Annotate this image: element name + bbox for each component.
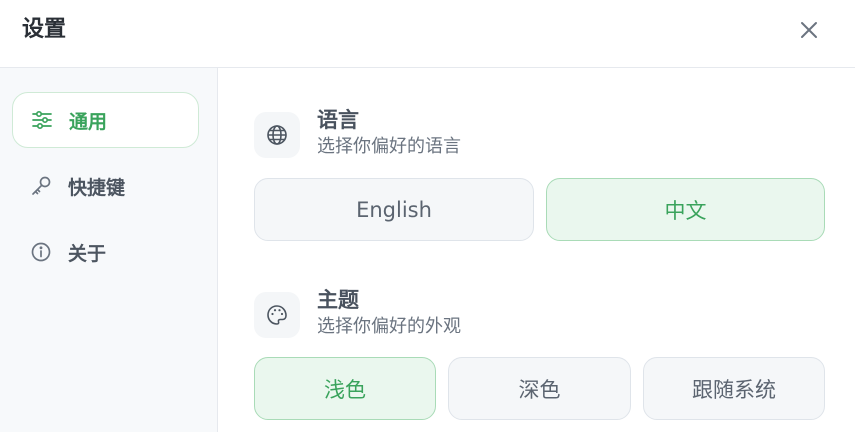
sidebar: 通用 快捷键 关于	[0, 68, 218, 432]
theme-option-system[interactable]: 跟随系统	[643, 357, 825, 420]
sidebar-item-shortcuts[interactable]: 快捷键	[12, 158, 199, 214]
theme-section-header: 主题 选择你偏好的外观	[254, 286, 461, 339]
sidebar-item-about[interactable]: 关于	[12, 224, 199, 280]
language-title: 语言	[317, 108, 359, 132]
close-icon	[801, 22, 817, 38]
theme-option-dark[interactable]: 深色	[448, 357, 631, 420]
theme-title: 主题	[317, 288, 359, 312]
palette-icon	[254, 292, 300, 338]
settings-window: 设置 通用 快捷键 关于 语言 选择你偏好的语言 English 中文 主题 选…	[0, 0, 855, 432]
theme-option-light[interactable]: 浅色	[254, 357, 436, 420]
globe-icon	[254, 112, 300, 158]
main-panel: 语言 选择你偏好的语言 English 中文 主题 选择你偏好的外观 浅色 深色…	[218, 68, 855, 432]
key-icon	[30, 175, 52, 197]
sidebar-item-label: 通用	[69, 110, 108, 133]
info-icon	[30, 241, 52, 263]
theme-description: 选择你偏好的外观	[317, 316, 461, 337]
sidebar-item-label: 快捷键	[68, 176, 126, 199]
language-option-english[interactable]: English	[254, 178, 534, 241]
language-section-header: 语言 选择你偏好的语言	[254, 106, 461, 159]
window-title: 设置	[22, 17, 67, 42]
sidebar-item-general[interactable]: 通用	[12, 92, 199, 148]
header: 设置	[0, 0, 855, 68]
language-description: 选择你偏好的语言	[317, 136, 461, 157]
sliders-icon	[31, 109, 53, 131]
close-button[interactable]	[791, 12, 827, 48]
language-option-chinese[interactable]: 中文	[546, 178, 825, 241]
sidebar-item-label: 关于	[68, 242, 107, 265]
